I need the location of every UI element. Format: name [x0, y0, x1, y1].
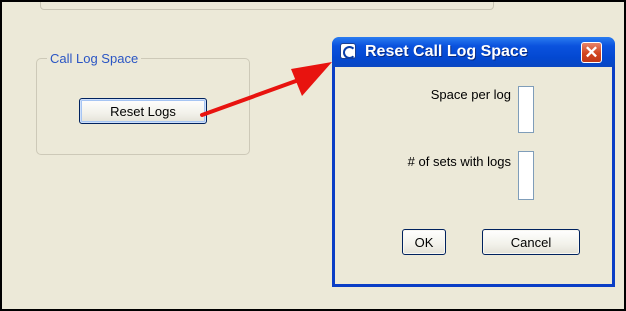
dialog-title: Reset Call Log Space: [365, 43, 528, 60]
annotation-arrow-shaft: [200, 75, 309, 117]
cancel-button[interactable]: Cancel: [482, 229, 580, 255]
annotation-arrow-head: [291, 62, 332, 96]
space-per-log-field[interactable]: [518, 86, 534, 133]
application-window: Call Log Space Reset Logs Reset Call Log…: [0, 0, 626, 311]
ok-button[interactable]: OK: [402, 229, 446, 255]
sets-with-logs-label: # of sets with logs: [407, 154, 511, 169]
reset-call-log-space-dialog: Reset Call Log Space ✕ Space per log # o…: [332, 37, 615, 287]
sets-with-logs-field[interactable]: [518, 151, 534, 200]
space-per-log-label: Space per log: [430, 87, 511, 102]
close-icon[interactable]: ✕: [581, 42, 602, 63]
dialog-titlebar[interactable]: Reset Call Log Space ✕: [332, 37, 615, 67]
app-icon: [340, 43, 356, 59]
